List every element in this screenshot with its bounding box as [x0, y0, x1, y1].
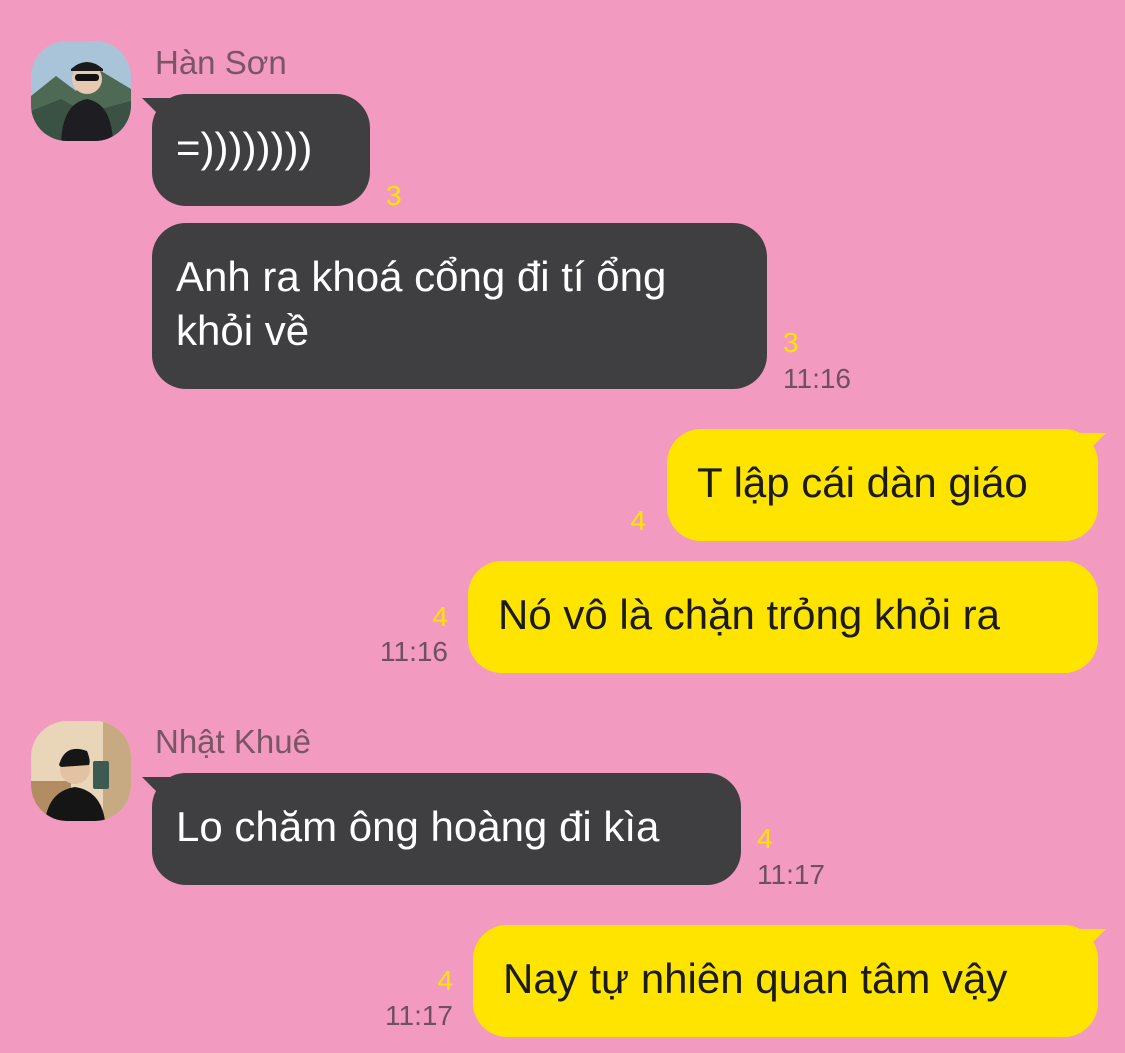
message-bubble[interactable]: T lập cái dàn giáo — [667, 429, 1098, 541]
avatar-nhat-khue[interactable] — [31, 721, 131, 821]
message-timestamp: 11:17 — [757, 859, 825, 890]
message-bubble[interactable]: Lo chăm ông hoàng đi kìa — [152, 773, 741, 885]
message-bubble[interactable]: =)))))))) — [152, 94, 370, 206]
sender-name: Hàn Sơn — [155, 44, 287, 81]
unread-count: 3 — [386, 180, 402, 211]
message-text: Nay tự nhiên quan tâm vậy — [503, 955, 1008, 1002]
message-bubble[interactable]: Nay tự nhiên quan tâm vậy — [473, 925, 1098, 1037]
message-text: Lo chăm ông hoàng đi kìa — [176, 803, 660, 850]
message-timestamp: 11:16 — [783, 363, 851, 394]
message-bubble[interactable]: Nó vô là chặn trỏng khỏi ra — [468, 561, 1098, 673]
message-bubble[interactable]: Anh ra khoá cổng đi tí ổng khỏi về — [152, 223, 767, 389]
message-text: T lập cái dàn giáo — [697, 459, 1028, 506]
sender-name: Nhật Khuê — [155, 723, 311, 760]
message-text: Nó vô là chặn trỏng khỏi ra — [498, 591, 1000, 638]
unread-count: 4 — [437, 965, 453, 996]
avatar-han-son[interactable] — [31, 41, 131, 141]
unread-count: 4 — [432, 601, 448, 632]
message-timestamp: 11:17 — [385, 1000, 453, 1031]
unread-count: 4 — [757, 823, 773, 854]
unread-count: 3 — [783, 327, 799, 358]
message-text: =)))))))) — [176, 124, 313, 171]
message-timestamp: 11:16 — [380, 636, 448, 667]
message-text: Anh ra khoá cổng đi tí ổng khỏi về — [176, 253, 667, 354]
unread-count: 4 — [630, 505, 646, 536]
